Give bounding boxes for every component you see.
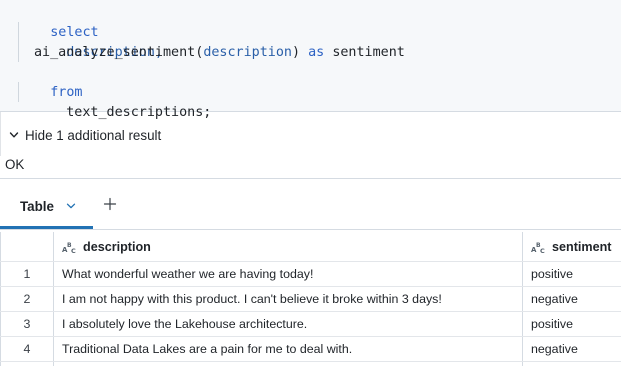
plus-icon[interactable]	[103, 197, 117, 211]
hide-results-label: Hide 1 additional result	[25, 127, 162, 143]
cell-description[interactable]: I absolutely love the Lakehouse architec…	[62, 311, 307, 336]
row-index: 2	[23, 291, 31, 306]
table-header-row: A B C description A B C sentiment	[0, 232, 621, 262]
svg-text:C: C	[71, 247, 76, 254]
row-index: 4	[23, 341, 31, 356]
column-header-label: description	[83, 240, 151, 254]
hide-results-toggle[interactable]: Hide 1 additional result	[9, 125, 161, 145]
table-row[interactable]: 4 Traditional Data Lakes are a pain for …	[0, 336, 621, 361]
column-header-label: sentiment	[552, 240, 612, 254]
string-type-icon: A B C	[62, 242, 76, 254]
cell-sentiment[interactable]: positive	[531, 311, 573, 336]
code-line-column: description,	[34, 23, 163, 60]
cell-sentiment[interactable]: positive	[531, 261, 573, 286]
table-row[interactable]: 3 I absolutely love the Lakehouse archit…	[0, 311, 621, 336]
sql-function: ai_analyze_sentiment(	[34, 45, 204, 60]
divider	[0, 229, 621, 230]
tab-table-label: Table	[20, 198, 54, 214]
svg-text:C: C	[540, 247, 545, 254]
sql-code-editor[interactable]: select description, ai_analyze_sentiment…	[0, 0, 621, 120]
cell-sentiment[interactable]: negative	[531, 336, 578, 361]
divider	[0, 178, 621, 179]
chevron-down-icon	[9, 132, 19, 138]
code-line-function: ai_analyze_sentiment(description) as sen…	[34, 43, 405, 63]
table-row[interactable]: 2 I am not happy with this product. I ca…	[0, 286, 621, 311]
code-line-select: select	[18, 3, 98, 40]
row-divider	[0, 361, 621, 362]
cell-description[interactable]: I am not happy with this product. I can'…	[62, 286, 442, 311]
column-header-sentiment[interactable]: A B C sentiment	[531, 232, 611, 262]
sql-keyword: as	[300, 45, 333, 60]
string-type-icon: A B C	[531, 242, 545, 254]
code-line-table: text_descriptions;	[34, 83, 211, 120]
chevron-down-icon[interactable]	[66, 201, 76, 211]
cell-sentiment[interactable]: negative	[531, 286, 578, 311]
cell-description[interactable]: Traditional Data Lakes are a pain for me…	[62, 336, 352, 361]
table-row[interactable]: 1 What wonderful weather we are having t…	[0, 261, 621, 286]
result-status-text: OK	[5, 157, 25, 172]
sql-paren: )	[292, 45, 301, 60]
row-index: 1	[23, 266, 31, 281]
column-header-description[interactable]: A B C description	[62, 232, 151, 262]
code-line-from: from	[18, 63, 82, 100]
row-index: 3	[23, 316, 31, 331]
tab-table[interactable]: Table	[20, 196, 76, 216]
sql-alias: sentiment	[332, 45, 405, 60]
cell-description[interactable]: What wonderful weather we are having tod…	[62, 261, 313, 286]
sql-identifier: description	[203, 45, 292, 60]
